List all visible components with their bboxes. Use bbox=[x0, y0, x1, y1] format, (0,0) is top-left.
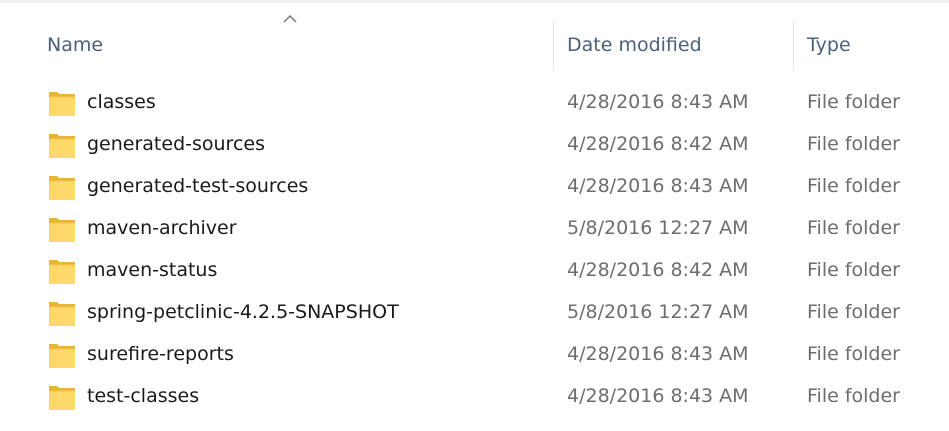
column-header-type[interactable]: Type bbox=[793, 0, 949, 82]
folder-icon bbox=[49, 176, 75, 200]
column-header-name[interactable]: Name bbox=[0, 0, 553, 82]
file-row[interactable]: spring-petclinic-4.2.5-SNAPSHOT 5/8/2016… bbox=[0, 292, 949, 334]
folder-icon bbox=[49, 92, 75, 116]
chevron-up-icon bbox=[283, 14, 297, 23]
folder-icon bbox=[49, 386, 75, 410]
file-name: surefire-reports bbox=[87, 343, 234, 365]
file-row[interactable]: generated-sources 4/28/2016 8:42 AM File… bbox=[0, 124, 949, 166]
file-type: File folder bbox=[807, 217, 900, 239]
file-date-modified: 4/28/2016 8:43 AM bbox=[567, 385, 749, 407]
file-date-modified: 4/28/2016 8:42 AM bbox=[567, 133, 749, 155]
file-row[interactable]: classes 4/28/2016 8:43 AM File folder bbox=[0, 82, 949, 124]
file-name: spring-petclinic-4.2.5-SNAPSHOT bbox=[87, 301, 399, 323]
file-type: File folder bbox=[807, 133, 900, 155]
file-date-modified: 4/28/2016 8:43 AM bbox=[567, 343, 749, 365]
column-header-date-label: Date modified bbox=[567, 34, 702, 56]
file-date-modified: 5/8/2016 12:27 AM bbox=[567, 217, 749, 239]
file-name: maven-status bbox=[87, 259, 218, 281]
file-date-modified: 4/28/2016 8:43 AM bbox=[567, 91, 749, 113]
file-name: test-classes bbox=[87, 385, 200, 407]
file-name: generated-test-sources bbox=[87, 175, 309, 197]
file-type: File folder bbox=[807, 175, 900, 197]
folder-icon bbox=[49, 344, 75, 368]
file-type: File folder bbox=[807, 259, 900, 281]
file-row[interactable]: maven-status 4/28/2016 8:42 AM File fold… bbox=[0, 250, 949, 292]
file-date-modified: 4/28/2016 8:42 AM bbox=[567, 259, 749, 281]
file-type: File folder bbox=[807, 385, 900, 407]
folder-icon bbox=[49, 218, 75, 242]
file-type: File folder bbox=[807, 343, 900, 365]
column-header-date-modified[interactable]: Date modified bbox=[553, 0, 793, 82]
file-date-modified: 5/8/2016 12:27 AM bbox=[567, 301, 749, 323]
file-name: classes bbox=[87, 91, 156, 113]
file-row[interactable]: maven-archiver 5/8/2016 12:27 AM File fo… bbox=[0, 208, 949, 250]
folder-icon bbox=[49, 302, 75, 326]
file-row[interactable]: test-classes 4/28/2016 8:43 AM File fold… bbox=[0, 376, 949, 418]
column-header-name-label: Name bbox=[47, 34, 104, 56]
file-type: File folder bbox=[807, 91, 900, 113]
file-name: generated-sources bbox=[87, 133, 265, 155]
file-row[interactable]: surefire-reports 4/28/2016 8:43 AM File … bbox=[0, 334, 949, 376]
column-header-type-label: Type bbox=[807, 34, 851, 56]
folder-icon bbox=[49, 134, 75, 158]
file-type: File folder bbox=[807, 301, 900, 323]
file-name: maven-archiver bbox=[87, 217, 237, 239]
folder-icon bbox=[49, 260, 75, 284]
file-explorer-details-view: Name Date modified Type classes 4/28/201… bbox=[0, 0, 949, 431]
file-row[interactable]: generated-test-sources 4/28/2016 8:43 AM… bbox=[0, 166, 949, 208]
file-list: classes 4/28/2016 8:43 AM File folder ge… bbox=[0, 82, 949, 418]
column-header-row: Name Date modified Type bbox=[0, 0, 949, 82]
file-date-modified: 4/28/2016 8:43 AM bbox=[567, 175, 749, 197]
